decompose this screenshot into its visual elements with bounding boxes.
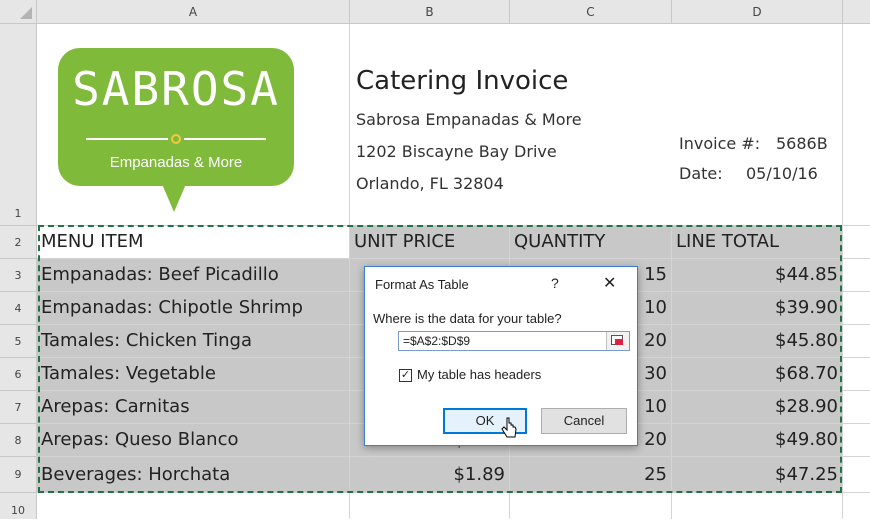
company-address-line2: Orlando, FL 32804	[356, 174, 504, 193]
cell-e9[interactable]	[843, 457, 870, 493]
row-header-5[interactable]: 5	[0, 325, 37, 358]
help-button[interactable]: ?	[551, 275, 559, 291]
logo-tail	[162, 184, 186, 212]
invoice-number-label: Invoice #:	[679, 134, 761, 153]
invoice-date: 05/10/16	[746, 164, 818, 183]
cell-d10[interactable]	[672, 493, 843, 519]
company-address-line1: 1202 Biscayne Bay Drive	[356, 142, 557, 161]
sabrosa-logo[interactable]: SABROSA Empanadas & More	[58, 48, 294, 186]
cell-e1[interactable]	[843, 24, 870, 226]
cell-d2[interactable]: LINE TOTAL	[672, 226, 843, 259]
logo-ornament-icon	[171, 134, 181, 144]
row-header-7[interactable]: 7	[0, 391, 37, 424]
cell-a7[interactable]: Arepas: Carnitas	[37, 391, 350, 424]
range-select-icon-accent	[615, 339, 623, 345]
range-collapse-button[interactable]	[606, 332, 629, 350]
cell-b10[interactable]	[350, 493, 510, 519]
invoice-number: 5686B	[776, 134, 828, 153]
cell-a4[interactable]: Empanadas: Chipotle Shrimp	[37, 292, 350, 325]
cell-e8[interactable]	[843, 424, 870, 457]
column-header-c[interactable]: C	[510, 0, 672, 24]
company-name: Sabrosa Empanadas & More	[356, 110, 582, 129]
cell-e2[interactable]	[843, 226, 870, 259]
invoice-title: Catering Invoice	[356, 66, 569, 96]
cancel-button[interactable]: Cancel	[541, 408, 627, 434]
cell-c2[interactable]: QUANTITY	[510, 226, 672, 259]
cell-a8[interactable]: Arepas: Queso Blanco	[37, 424, 350, 457]
logo-divider-right	[184, 138, 266, 140]
headers-checkbox-label[interactable]: My table has headers	[417, 367, 541, 382]
row-header-6[interactable]: 6	[0, 358, 37, 391]
range-prompt-label: Where is the data for your table?	[373, 311, 562, 326]
cell-d9[interactable]: $47.25	[672, 457, 843, 493]
cell-d1[interactable]	[672, 24, 843, 226]
row-header-9[interactable]: 9	[0, 457, 37, 493]
mouse-pointer-icon	[501, 417, 517, 438]
row-header-10[interactable]: 10	[0, 493, 37, 519]
invoice-date-label: Date:	[679, 164, 723, 183]
select-all-icon	[20, 7, 32, 19]
cell-b9[interactable]: $1.89	[350, 457, 510, 493]
cell-d3[interactable]: $44.85	[672, 259, 843, 292]
cell-c9[interactable]: 25	[510, 457, 672, 493]
cell-a6[interactable]: Tamales: Vegetable	[37, 358, 350, 391]
column-header-a[interactable]: A	[37, 0, 350, 24]
cell-a2[interactable]: MENU ITEM	[37, 226, 350, 259]
cell-e10[interactable]	[843, 493, 870, 519]
column-header-e[interactable]	[843, 0, 870, 24]
row-header-3[interactable]: 3	[0, 259, 37, 292]
cell-a5[interactable]: Tamales: Chicken Tinga	[37, 325, 350, 358]
cell-e3[interactable]	[843, 259, 870, 292]
cell-d5[interactable]: $45.80	[672, 325, 843, 358]
row-header-1[interactable]: 1	[0, 24, 37, 226]
cell-e4[interactable]	[843, 292, 870, 325]
dialog-title: Format As Table	[375, 277, 469, 292]
headers-checkbox[interactable]: ✓	[399, 369, 412, 382]
table-range-value: =$A$2:$D$9	[403, 334, 471, 348]
row-header-8[interactable]: 8	[0, 424, 37, 457]
column-header-b[interactable]: B	[350, 0, 510, 24]
column-header-d[interactable]: D	[672, 0, 843, 24]
cell-e7[interactable]	[843, 391, 870, 424]
cell-d6[interactable]: $68.70	[672, 358, 843, 391]
cell-d8[interactable]: $49.80	[672, 424, 843, 457]
select-all-corner[interactable]	[0, 0, 37, 24]
cell-e5[interactable]	[843, 325, 870, 358]
cell-b2[interactable]: UNIT PRICE	[350, 226, 510, 259]
cell-a3[interactable]: Empanadas: Beef Picadillo	[37, 259, 350, 292]
cell-d7[interactable]: $28.90	[672, 391, 843, 424]
cell-e6[interactable]	[843, 358, 870, 391]
close-button[interactable]: ✕	[603, 273, 616, 293]
cell-c10[interactable]	[510, 493, 672, 519]
row-header-2[interactable]: 2	[0, 226, 37, 259]
cell-d4[interactable]: $39.90	[672, 292, 843, 325]
table-range-input[interactable]: =$A$2:$D$9	[398, 331, 630, 351]
logo-title: SABROSA	[72, 62, 280, 116]
logo-subtitle: Empanadas & More	[109, 154, 243, 171]
row-header-4[interactable]: 4	[0, 292, 37, 325]
cell-a9[interactable]: Beverages: Horchata	[37, 457, 350, 493]
cell-a10[interactable]	[37, 493, 350, 519]
logo-divider-left	[86, 138, 168, 140]
